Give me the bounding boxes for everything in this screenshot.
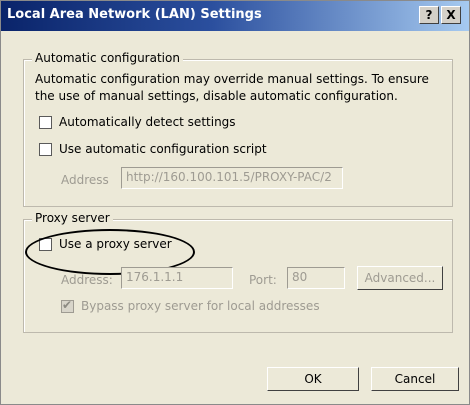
- cancel-button[interactable]: Cancel: [371, 367, 459, 391]
- script-address-label: Address: [61, 173, 109, 187]
- advanced-button[interactable]: Advanced...: [357, 266, 443, 290]
- auto-config-description: Automatic configuration may override man…: [35, 72, 429, 103]
- bypass-local-label[interactable]: Bypass proxy server for local addresses: [81, 299, 320, 313]
- proxy-port-field[interactable]: 80: [287, 267, 345, 289]
- bypass-local-checkbox[interactable]: ✔: [61, 298, 74, 313]
- proxy-server-legend: Proxy server: [32, 211, 113, 225]
- close-button[interactable]: X: [441, 6, 461, 24]
- check-icon: ✔: [62, 298, 73, 312]
- script-address-field[interactable]: http://160.100.101.5/PROXY-PAC/2: [121, 167, 343, 189]
- auto-detect-checkbox[interactable]: [39, 116, 52, 129]
- lan-settings-dialog: Local Area Network (LAN) Settings ? X Au…: [0, 0, 470, 405]
- title-bar: Local Area Network (LAN) Settings ? X: [1, 1, 469, 31]
- proxy-address-label: Address:: [61, 273, 113, 287]
- auto-script-checkbox[interactable]: [39, 143, 52, 156]
- auto-detect-label[interactable]: Automatically detect settings: [59, 115, 236, 129]
- auto-script-label[interactable]: Use automatic configuration script: [59, 142, 267, 156]
- use-proxy-checkbox[interactable]: [39, 238, 52, 251]
- proxy-port-label: Port:: [249, 273, 277, 287]
- use-proxy-label[interactable]: Use a proxy server: [59, 237, 172, 251]
- window-title: Local Area Network (LAN) Settings: [7, 7, 262, 22]
- proxy-address-field[interactable]: 176.1.1.1: [121, 267, 233, 289]
- auto-config-legend: Automatic configuration: [32, 51, 183, 65]
- ok-button[interactable]: OK: [267, 367, 359, 391]
- help-button[interactable]: ?: [419, 6, 439, 24]
